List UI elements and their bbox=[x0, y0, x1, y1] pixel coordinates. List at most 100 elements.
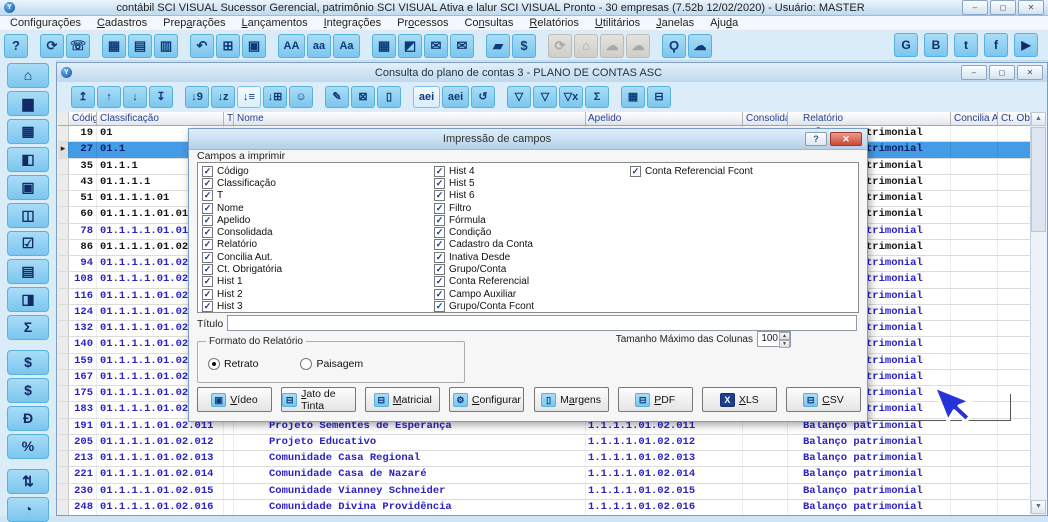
field-checkbox[interactable]: ✓Campo Auxiliar bbox=[434, 288, 629, 300]
field-checkbox[interactable]: ✓Filtro bbox=[434, 202, 629, 214]
column-header[interactable]: T bbox=[224, 112, 234, 125]
field-checkbox[interactable]: ✓Condição bbox=[434, 226, 629, 238]
facebook-icon[interactable]: f bbox=[984, 33, 1008, 57]
configure-button[interactable]: ⚙ Configurar bbox=[449, 387, 524, 412]
totals-button[interactable]: Σ bbox=[585, 86, 609, 108]
cloud-download-icon[interactable]: ☁ bbox=[688, 34, 712, 58]
pie-chart-icon[interactable]: ◔ bbox=[7, 497, 49, 522]
field-checkbox[interactable]: ✓T bbox=[202, 190, 430, 202]
field-checkbox[interactable]: ✓Nome bbox=[202, 202, 430, 214]
scroll-up-arrow[interactable]: ▲ bbox=[1031, 112, 1046, 126]
titulo-input[interactable] bbox=[227, 315, 857, 331]
scroll-thumb[interactable] bbox=[1031, 127, 1046, 232]
company-icon[interactable]: ▤ bbox=[7, 259, 49, 284]
piggy-bank-company-icon[interactable]: $ bbox=[7, 378, 49, 403]
restore-button[interactable]: ◻ bbox=[990, 0, 1016, 15]
field-checkbox[interactable]: ✓Hist 4 bbox=[434, 165, 629, 177]
menu-configuracoes[interactable]: Configurações bbox=[2, 17, 89, 29]
company-report-icon[interactable]: ◫ bbox=[7, 203, 49, 228]
font-normal-button[interactable]: Aa bbox=[333, 34, 360, 58]
first-record-button[interactable]: ↥ bbox=[71, 86, 95, 108]
company-check-icon[interactable]: ☑ bbox=[7, 231, 49, 256]
vertical-scrollbar[interactable]: ▲ ▼ bbox=[1030, 112, 1046, 514]
calendar-icon[interactable]: ▤ bbox=[128, 34, 152, 58]
calculator-icon[interactable]: ▦ bbox=[102, 34, 126, 58]
field-checkbox[interactable]: ✓Grupo/Conta bbox=[434, 263, 629, 275]
menu-utilitarios[interactable]: Utilitários bbox=[587, 17, 648, 29]
copy-icon[interactable]: ⊞ bbox=[216, 34, 240, 58]
minimize-button[interactable]: – bbox=[962, 0, 988, 15]
cloud-upload-icon[interactable]: ☁ bbox=[600, 34, 624, 58]
undo-button[interactable]: ↺ bbox=[471, 86, 495, 108]
google-icon[interactable]: G bbox=[894, 33, 918, 57]
help-icon[interactable]: ? bbox=[4, 34, 28, 58]
undo-icon[interactable]: ↶ bbox=[190, 34, 214, 58]
column-header[interactable]: Nome bbox=[234, 112, 586, 125]
spinner-up-icon[interactable]: ▲ bbox=[779, 332, 790, 340]
sort-numeric-icon[interactable]: ↓9 bbox=[185, 86, 209, 108]
new-doc-button[interactable]: ▯ bbox=[377, 86, 401, 108]
delete-button[interactable]: ⊠ bbox=[351, 86, 375, 108]
column-header[interactable]: Código bbox=[69, 112, 97, 125]
piggy-bank-transfer-icon[interactable]: % bbox=[7, 434, 49, 459]
menu-lancamentos[interactable]: Lançamentos bbox=[234, 17, 316, 29]
accent-on-button[interactable]: aei bbox=[413, 86, 440, 108]
refresh-doc-icon[interactable]: ⟳ bbox=[40, 34, 64, 58]
table-row[interactable]: 248 01.1.1.1.01.02.016 Comunidade Divina… bbox=[58, 500, 1032, 515]
menu-consultas[interactable]: Consultas bbox=[456, 17, 521, 29]
filter-apply-button[interactable]: ▽ bbox=[507, 86, 531, 108]
column-header[interactable]: Concilia Aut. bbox=[951, 112, 998, 125]
payments-icon[interactable]: $ bbox=[512, 34, 536, 58]
twitter-icon[interactable]: t bbox=[954, 33, 978, 57]
field-checkbox[interactable]: ✓Grupo/Conta Fcont bbox=[434, 300, 629, 312]
table-row[interactable]: 213 01.1.1.1.01.02.013 Comunidade Casa R… bbox=[58, 451, 1032, 467]
dialog-help-button[interactable]: ? bbox=[805, 132, 827, 146]
spreadsheet-icon[interactable]: ▦ bbox=[372, 34, 396, 58]
cloud-restore-icon[interactable]: ☁ bbox=[626, 34, 650, 58]
field-checkbox[interactable]: ✓Hist 3 bbox=[202, 300, 430, 312]
child-minimize-button[interactable]: – bbox=[961, 65, 987, 80]
menu-cadastros[interactable]: Cadastros bbox=[89, 17, 155, 29]
filter-button[interactable]: ▽ bbox=[533, 86, 557, 108]
field-checkbox[interactable]: ✓Ct. Obrigatória bbox=[202, 263, 430, 275]
table-row[interactable]: 205 01.1.1.1.01.02.012 Projeto Educativo… bbox=[58, 435, 1032, 451]
video-button[interactable]: ▣ Vídeo bbox=[197, 387, 272, 412]
billing-icon[interactable]: Σ bbox=[7, 315, 49, 340]
folder-icon[interactable]: ▰ bbox=[486, 34, 510, 58]
prev-record-button[interactable]: ↑ bbox=[97, 86, 121, 108]
field-checkbox[interactable]: ✓Hist 6 bbox=[434, 190, 629, 202]
field-checkbox[interactable]: ✓Cadastro da Conta bbox=[434, 239, 629, 251]
radio-paisagem[interactable]: Paisagem bbox=[300, 358, 363, 370]
company-grid-icon[interactable]: ◨ bbox=[7, 287, 49, 312]
field-checkbox[interactable]: ✓Hist 1 bbox=[202, 276, 430, 288]
sync-icon[interactable]: ⟳ bbox=[548, 34, 572, 58]
table-row[interactable]: 230 01.1.1.1.01.02.015 Comunidade Vianne… bbox=[58, 484, 1032, 500]
table-row[interactable]: 221 01.1.1.1.01.02.014 Comunidade Casa d… bbox=[58, 467, 1032, 483]
documents-folder-icon[interactable]: ▆ bbox=[7, 91, 49, 116]
column-header[interactable] bbox=[58, 112, 69, 125]
sort-grid-icon[interactable]: ↓⊞ bbox=[263, 86, 287, 108]
sort-alpha-icon[interactable]: ↓z bbox=[211, 86, 235, 108]
menu-processos[interactable]: Processos bbox=[389, 17, 456, 29]
child-maximize-button[interactable]: ◻ bbox=[989, 65, 1015, 80]
menu-ajuda[interactable]: Ajuda bbox=[702, 17, 746, 29]
company-finance-icon[interactable]: ◧ bbox=[7, 147, 49, 172]
matrix-button[interactable]: ⊟ Matricial bbox=[365, 387, 440, 412]
max-columns-spinner[interactable]: 100 ▲ ▼ bbox=[757, 331, 791, 347]
chart-icon[interactable]: ◩ bbox=[398, 34, 422, 58]
print-button[interactable]: ⊟ bbox=[647, 86, 671, 108]
edit-button[interactable]: ✎ bbox=[325, 86, 349, 108]
menu-integracoes[interactable]: Integrações bbox=[316, 17, 390, 29]
piggy-bank-icon[interactable]: $ bbox=[7, 350, 49, 375]
field-checkbox[interactable]: ✓Código bbox=[202, 165, 430, 177]
filter-clear-button[interactable]: ▽x bbox=[559, 86, 583, 108]
field-checkbox[interactable]: ✓Hist 2 bbox=[202, 288, 430, 300]
field-checkbox[interactable]: ✓Inativa Desde bbox=[434, 251, 629, 263]
field-checkbox[interactable]: ✓Consolidada bbox=[202, 226, 430, 238]
csv-button[interactable]: ⊟ CSV bbox=[786, 387, 861, 412]
close-button[interactable]: ✕ bbox=[1018, 0, 1044, 15]
accent-off-button[interactable]: aei bbox=[442, 86, 469, 108]
search-icon[interactable]: Ϙ bbox=[662, 34, 686, 58]
column-header[interactable]: Consolidada bbox=[743, 112, 788, 125]
pdf-button[interactable]: ⊟ PDF bbox=[618, 387, 693, 412]
